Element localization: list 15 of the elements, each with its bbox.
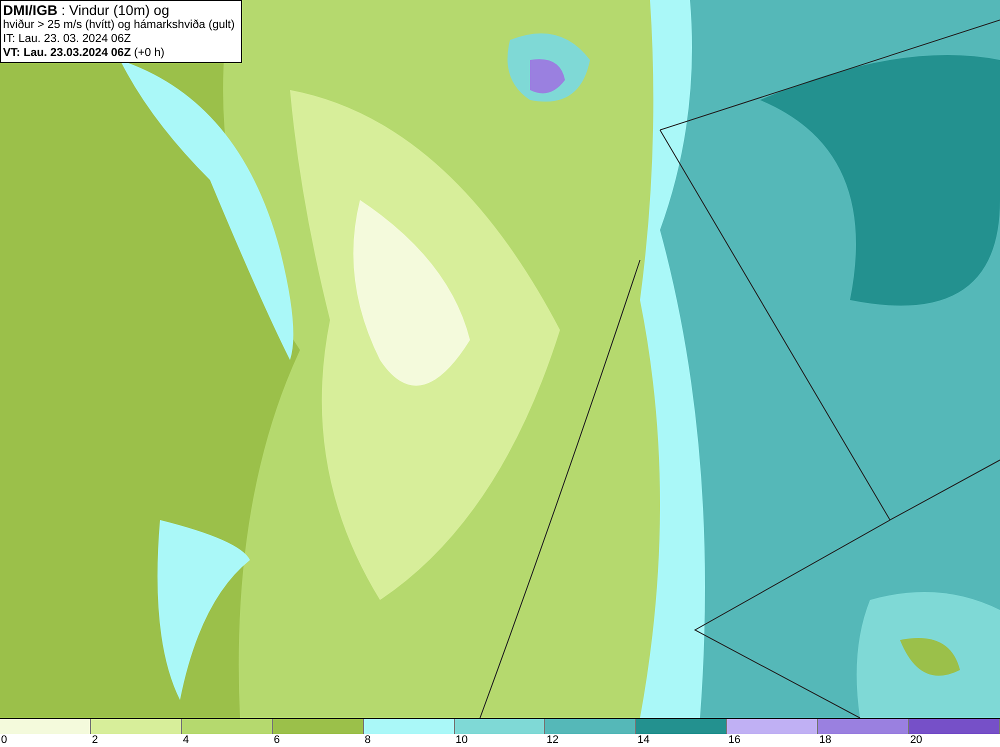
legend-label: 6 [272,734,280,747]
legend-label: 18 [818,734,832,747]
legend-label: 0 [0,734,8,747]
info-text: hviður > 25 m/s (hvítt) og hámarkshviða (gult) [3,18,235,32]
legend-label: 10 [454,734,468,747]
info-text: VT: Lau. 23.03.2024 06Z (+0 h) [3,46,166,60]
info-text: DMI/IGB : Vindur (10m) og [3,2,170,18]
legend-label: 20 [909,734,922,747]
legend-label: 4 [182,734,189,747]
legend-label: 8 [364,734,371,747]
legend-label: 2 [90,734,98,747]
legend-label: 12 [545,734,559,747]
legend-label: 16 [727,734,740,747]
legend-label: 14 [636,734,650,747]
info-text: IT: Lau. 23. 03. 2024 06Z [3,32,132,46]
